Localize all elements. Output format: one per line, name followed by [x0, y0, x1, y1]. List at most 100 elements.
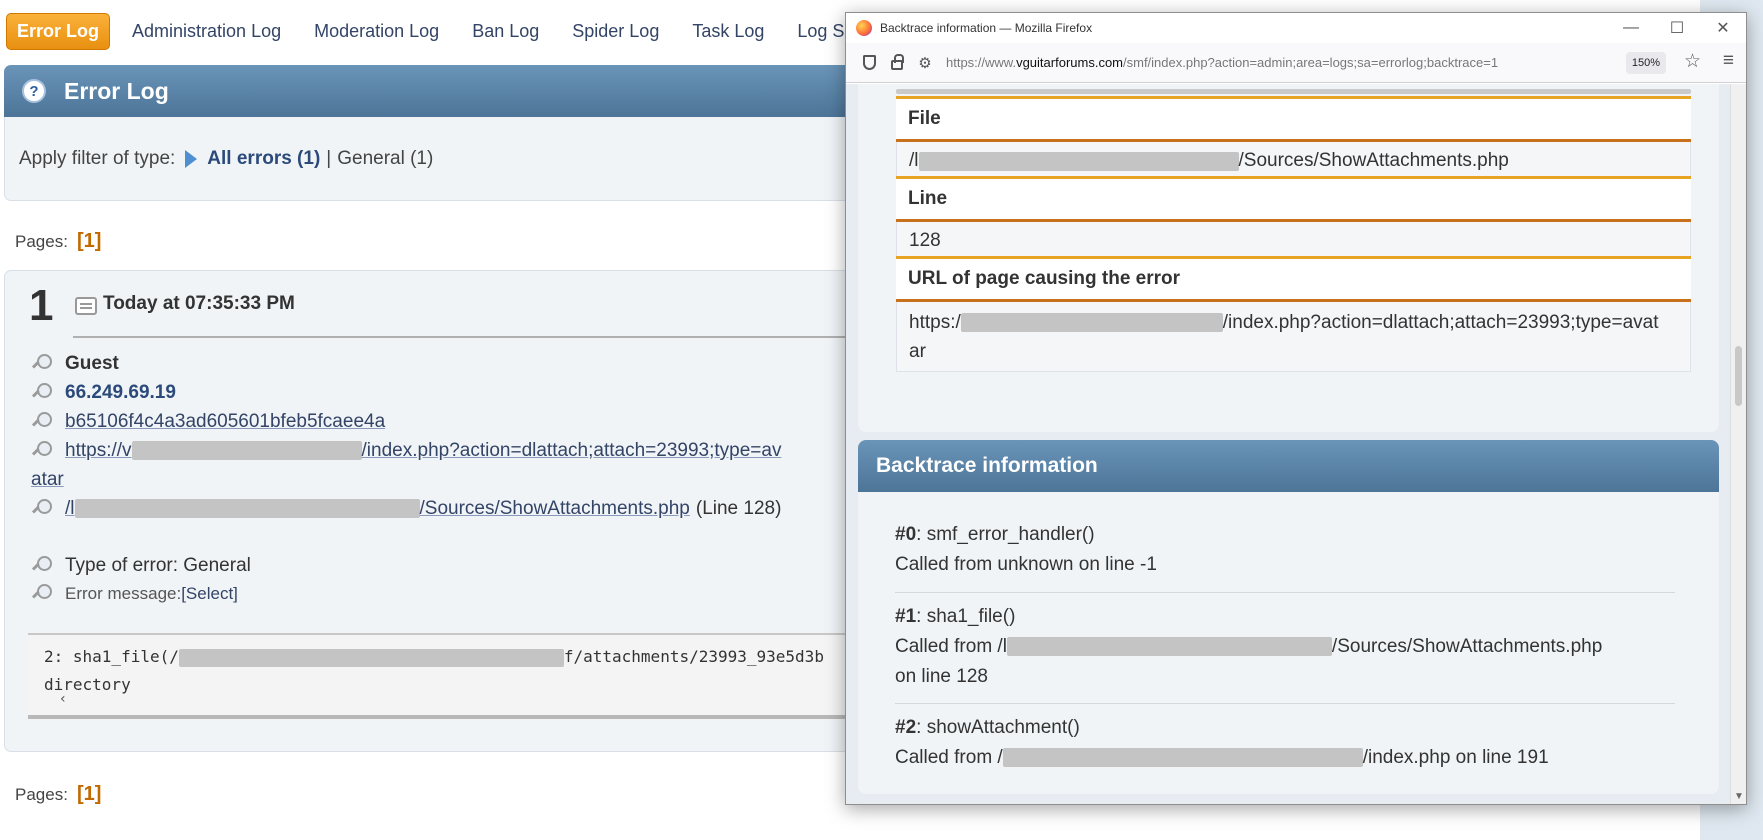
url-host: vguitarforums.com	[1016, 55, 1123, 70]
select-link[interactable]: [Select]	[181, 584, 238, 604]
minimize-button[interactable]: —	[1608, 13, 1654, 43]
search-filter-icon[interactable]	[31, 440, 53, 462]
backtrace-func-name: : smf_error_handler()	[916, 524, 1095, 545]
called-end: /Sources/ShowAttachments.php	[1331, 636, 1603, 657]
error-type: Type of error: General	[65, 555, 251, 576]
backtrace-func: #2: showAttachment()	[895, 713, 1675, 743]
help-icon[interactable]: ?	[22, 79, 46, 103]
tab-task-log[interactable]: Task Log	[692, 21, 764, 42]
line-value: 128	[896, 222, 1691, 260]
bookmark-star-icon[interactable]: ☆	[1684, 50, 1701, 73]
session-id[interactable]: b65106f4c4a3ad605601bfeb5fcaee4a	[65, 411, 385, 433]
session-row: b65106f4c4a3ad605601bfeb5fcaee4a	[31, 411, 385, 433]
search-filter-icon[interactable]	[31, 411, 53, 433]
page-title: Error Log	[64, 77, 169, 104]
tab-moderation-log[interactable]: Moderation Log	[314, 21, 439, 42]
log-tabs: Error Log Administration Log Moderation …	[6, 12, 887, 50]
lock-icon[interactable]	[884, 50, 910, 76]
backtrace-item: #1: sha1_file() Called from /l/Sources/S…	[895, 602, 1675, 692]
url-value: https:/ /index.php?action=dlattach;attach…	[896, 302, 1691, 372]
scroll-thumb[interactable]	[1735, 346, 1742, 406]
member-name: Guest	[65, 353, 119, 374]
error-message-label: Error message:	[65, 584, 182, 603]
window-title: Backtrace information — Mozilla Firefox	[880, 21, 1093, 35]
type-row: Type of error: General	[31, 555, 251, 577]
window-titlebar[interactable]: Backtrace information — Mozilla Firefox …	[846, 13, 1746, 43]
ip-address[interactable]: 66.249.69.19	[65, 382, 176, 404]
url-row-wrap: atar	[31, 469, 64, 491]
permissions-icon[interactable]: ⚙	[912, 50, 938, 76]
tab-spider-log[interactable]: Spider Log	[572, 21, 659, 42]
redacted-block	[960, 312, 1223, 332]
hamburger-menu-icon[interactable]: ≡	[1723, 50, 1734, 72]
close-button[interactable]: ✕	[1700, 13, 1746, 43]
search-filter-icon[interactable]	[31, 555, 53, 577]
scroll-remnant	[896, 89, 1691, 94]
backtrace-func: #1: sha1_file()	[895, 602, 1675, 632]
called-start: Called from /l	[895, 636, 1007, 657]
scroll-left-arrow[interactable]: ‹	[60, 685, 66, 713]
file-value: /l/Sources/ShowAttachments.php	[896, 142, 1691, 180]
search-filter-icon[interactable]	[31, 353, 53, 375]
url-value-line-2: ar	[909, 340, 926, 362]
shield-icon[interactable]	[856, 50, 882, 76]
backtrace-id: #1	[895, 606, 917, 627]
file-section: File /l/Sources/ShowAttachments.php	[896, 96, 1691, 180]
address-field[interactable]: https://www.vguitarforums.com/smf/index.…	[946, 55, 1498, 70]
firefox-logo-icon	[856, 20, 872, 36]
code-end: f/attachments/23993_93e5d3b	[563, 647, 824, 666]
backtrace-func-name: : sha1_file()	[916, 606, 1016, 627]
tab-error-log[interactable]: Error Log	[6, 12, 111, 50]
line-heading: Line	[896, 176, 1691, 222]
url-value-line-1: https:/ /index.php?action=dlattach;attach…	[909, 308, 1659, 337]
backtrace-called: Called from / /index.php on line 191	[895, 743, 1675, 773]
search-filter-icon[interactable]	[31, 498, 53, 520]
called-start: Called from /	[895, 747, 1003, 768]
backtrace-item: #0: smf_error_handler() Called from unkn…	[895, 520, 1675, 580]
popup-scrollbar[interactable]: ▼	[1730, 84, 1746, 804]
play-arrow-icon	[185, 149, 198, 168]
code-start: 2: sha1_file(/	[44, 647, 179, 666]
file-line: (Line 128)	[695, 498, 782, 519]
file-link[interactable]: /l/Sources/ShowAttachments.php	[65, 498, 690, 520]
filter-separator: |	[326, 147, 332, 169]
url-start: https://v	[65, 440, 132, 461]
file-end: /Sources/ShowAttachments.php	[1238, 150, 1509, 171]
url-section: URL of page causing the error https:/ /in…	[896, 256, 1691, 372]
file-start: /l	[65, 498, 75, 519]
backtrace-func: #0: smf_error_handler()	[895, 520, 1675, 550]
url-path: /smf/index.php?action=admin;area=logs;sa…	[1123, 55, 1499, 70]
firefox-popup-window: Backtrace information — Mozilla Firefox …	[845, 12, 1747, 805]
search-filter-icon[interactable]	[31, 583, 53, 605]
url-row: https://v/index.php?action=dlattach;atta…	[31, 440, 781, 462]
maximize-button[interactable]: ☐	[1654, 13, 1700, 43]
ip-row: 66.249.69.19	[31, 382, 176, 404]
backtrace-called: Called from unknown on line -1	[895, 554, 1157, 575]
url-link[interactable]: https://v/index.php?action=dlattach;atta…	[65, 440, 781, 462]
zoom-indicator[interactable]: 150%	[1625, 52, 1666, 74]
search-filter-icon[interactable]	[31, 382, 53, 404]
redacted-block	[1006, 637, 1332, 657]
filter-general[interactable]: General (1)	[337, 148, 433, 170]
url-start: https:/	[909, 311, 961, 333]
backtrace-called: Called from /l/Sources/ShowAttachments.p…	[895, 632, 1675, 662]
page-number[interactable]: [1]	[77, 783, 101, 806]
url-end: /index.php?action=dlattach;attach=23993;…	[361, 440, 782, 461]
page-number[interactable]: [1]	[77, 230, 101, 253]
redacted-block	[74, 499, 420, 519]
tab-ban-log[interactable]: Ban Log	[472, 21, 539, 42]
filter-all-errors[interactable]: All errors (1)	[207, 148, 320, 170]
entry-date: Today at 07:35:33 PM	[103, 293, 295, 314]
divider	[895, 592, 1675, 593]
divider	[895, 703, 1675, 704]
window-controls: — ☐ ✕	[1608, 13, 1746, 43]
tab-administration-log[interactable]: Administration Log	[132, 21, 281, 42]
backtrace-called-line2: on line 128	[895, 666, 988, 687]
url-prefix: https://www.	[946, 55, 1017, 70]
url-line2[interactable]: atar	[31, 469, 64, 491]
file-row: /l/Sources/ShowAttachments.php (Line 128…	[31, 498, 781, 520]
filter-label: Apply filter of type:	[19, 147, 176, 169]
called-end: /index.php on line 191	[1362, 747, 1549, 768]
member-row: Guest	[31, 353, 119, 375]
chevron-down-icon[interactable]: ▼	[1734, 791, 1744, 802]
